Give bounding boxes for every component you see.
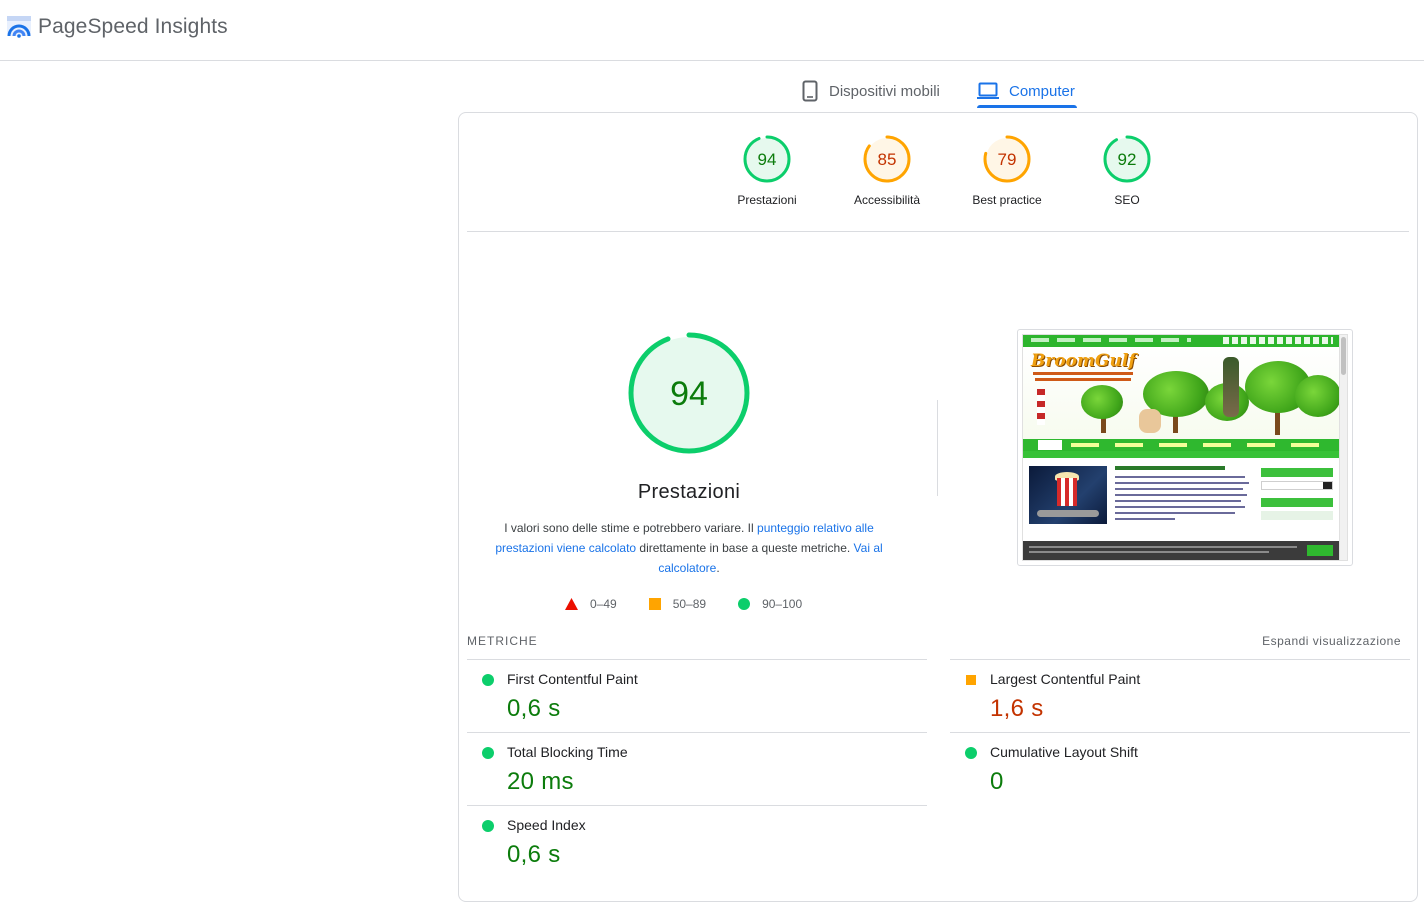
circle-green-icon: [482, 674, 494, 686]
circle-green-icon: [965, 747, 977, 759]
metric-name: Cumulative Layout Shift: [990, 744, 1138, 760]
gauge-label: Prestazioni: [737, 193, 797, 207]
gauge-performance[interactable]: 94 Prestazioni: [712, 135, 822, 207]
performance-score: 94: [670, 375, 708, 413]
legend-average: 50–89: [648, 597, 707, 611]
metrics-title: METRICHE: [467, 634, 538, 648]
gauge-seo[interactable]: 92 SEO: [1072, 135, 1182, 207]
gauge-score: 94: [758, 150, 777, 169]
gauge-accessibility[interactable]: 85 Accessibilità: [832, 135, 942, 207]
score-legend: 0–49 50–89 90–100: [565, 597, 834, 611]
expand-view-button[interactable]: Espandi visualizzazione: [1262, 634, 1401, 648]
metric-name: First Contentful Paint: [507, 671, 638, 687]
performance-gauge: 94: [628, 332, 750, 454]
desc-text: I valori sono delle stime e potrebbero v…: [504, 521, 758, 535]
legend-good: 90–100: [738, 597, 802, 611]
gauge-ring: 79: [983, 135, 1031, 183]
gauge-best-practices[interactable]: 79 Best practice: [952, 135, 1062, 207]
screenshot-image: BroomGulf: [1022, 334, 1348, 561]
square-orange-icon: [966, 675, 976, 685]
screenshot-cookie-bar: [1023, 541, 1339, 560]
report-panel: 94 Prestazioni 85 Accessibilità 79 Best …: [458, 112, 1418, 902]
gauge-score: 85: [878, 150, 897, 169]
metric-value: 1,6 s: [990, 695, 1044, 722]
gauge-label: SEO: [1114, 193, 1140, 207]
top-bar: PageSpeed Insights: [0, 0, 1424, 61]
metric-cumulative-layout-shift[interactable]: Cumulative Layout Shift 0: [950, 732, 1410, 805]
gauge-label: Best practice: [972, 193, 1042, 207]
gauge-label: Accessibilità: [853, 193, 921, 207]
tab-desktop-label: Computer: [1009, 82, 1075, 100]
tab-desktop[interactable]: Computer: [977, 73, 1075, 109]
metric-first-contentful-paint[interactable]: First Contentful Paint 0,6 s: [467, 659, 927, 732]
performance-description: I valori sono delle stime e potrebbero v…: [489, 518, 889, 578]
tab-selected-indicator: [977, 105, 1077, 108]
metric-total-blocking-time[interactable]: Total Blocking Time 20 ms: [467, 732, 927, 805]
metric-value: 0,6 s: [507, 841, 561, 868]
circle-green-icon: [482, 747, 494, 759]
legend-range: 50–89: [672, 597, 707, 611]
metric-name: Speed Index: [507, 817, 586, 833]
device-tabs: Dispositivi mobili Computer: [0, 61, 1424, 111]
metric-value: 0,6 s: [507, 695, 561, 722]
laptop-icon: [977, 82, 999, 99]
performance-summary: 94 Prestazioni I valori sono delle stime…: [489, 331, 889, 578]
smartphone-icon: [802, 80, 818, 102]
metric-speed-index[interactable]: Speed Index 0,6 s: [467, 805, 927, 878]
circle-green-icon: [482, 820, 494, 832]
metric-name: Largest Contentful Paint: [990, 671, 1141, 687]
pagespeed-logo-icon[interactable]: [6, 14, 32, 40]
page-screenshot: BroomGulf: [1017, 329, 1353, 566]
performance-title: Prestazioni: [637, 481, 741, 503]
screenshot-menu: [1023, 439, 1339, 451]
screenshot-brand: BroomGulf: [1031, 351, 1136, 371]
tab-mobile[interactable]: Dispositivi mobili: [801, 73, 940, 109]
metrics-header: METRICHE Espandi visualizzazione: [467, 634, 1409, 660]
score-gauges: 94 Prestazioni 85 Accessibilità 79 Best …: [467, 113, 1409, 232]
triangle-red-icon: [565, 598, 578, 610]
metric-value: 20 ms: [507, 768, 574, 795]
screenshot-body: [1023, 458, 1339, 536]
metric-name: Total Blocking Time: [507, 744, 628, 760]
app-title[interactable]: PageSpeed Insights: [38, 15, 228, 39]
square-orange-icon: [648, 598, 661, 610]
legend-range: 0–49: [590, 597, 617, 611]
desc-text: .: [716, 561, 720, 575]
desc-text: direttamente in base a queste metriche.: [636, 541, 854, 555]
gauge-ring: 85: [863, 135, 911, 183]
vertical-divider: [937, 400, 938, 496]
circle-green-icon: [738, 598, 751, 610]
metric-largest-contentful-paint[interactable]: Largest Contentful Paint 1,6 s: [950, 659, 1410, 732]
gauge-ring: 94: [743, 135, 791, 183]
legend-range: 90–100: [762, 597, 803, 611]
screenshot-banner: BroomGulf: [1023, 347, 1341, 439]
tab-mobile-label: Dispositivi mobili: [829, 82, 940, 100]
screenshot-topnav: [1023, 335, 1339, 347]
metric-value: 0: [990, 768, 1004, 795]
gauge-score: 92: [1118, 150, 1137, 169]
gauge-ring: 92: [1103, 135, 1151, 183]
legend-poor: 0–49: [565, 597, 617, 611]
gauge-score: 79: [998, 150, 1017, 169]
